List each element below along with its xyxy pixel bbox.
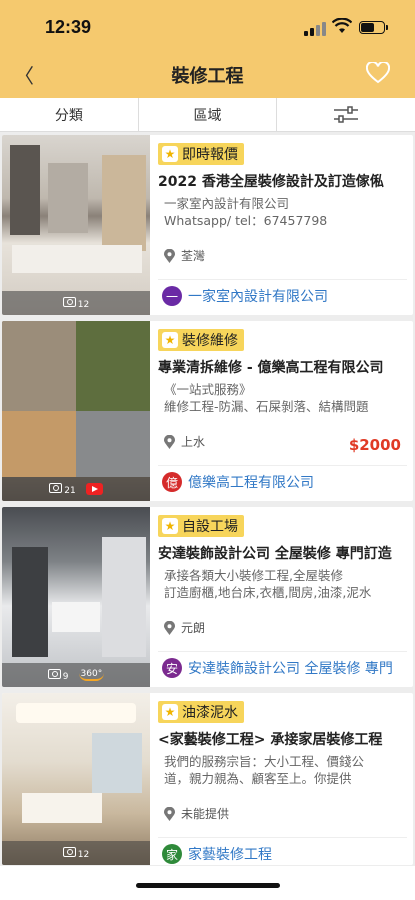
location-pin-icon bbox=[164, 434, 175, 449]
divider bbox=[158, 651, 407, 652]
camera-icon bbox=[49, 482, 63, 493]
category-tag: ★ 即時報價 bbox=[158, 143, 244, 165]
listing-photo[interactable]: 21 bbox=[2, 321, 150, 501]
status-bar: 12:39 bbox=[0, 0, 415, 50]
filter-settings-button[interactable] bbox=[277, 98, 415, 131]
sliders-icon bbox=[334, 105, 359, 123]
company-link[interactable]: 安安達裝飾設計公司 全屋裝修 專門 bbox=[162, 658, 393, 678]
category-tag: ★ 裝修維修 bbox=[158, 329, 244, 351]
listing-photo[interactable]: 12 bbox=[2, 693, 150, 865]
category-filter[interactable]: 分類 bbox=[0, 98, 139, 131]
camera-icon bbox=[47, 668, 61, 679]
company-logo: 億 bbox=[162, 472, 182, 492]
photo-count: 9 360° bbox=[2, 663, 150, 687]
listing-location: 元朗 bbox=[164, 619, 205, 636]
video-icon bbox=[85, 483, 103, 495]
status-time: 12:39 bbox=[45, 17, 92, 37]
page-title: 裝修工程 bbox=[171, 66, 244, 87]
photo-count: 12 bbox=[2, 291, 150, 315]
listing-location: 荃灣 bbox=[164, 247, 205, 264]
listing-card[interactable]: 9 360° ★ 自設工場 安達裝飾設計公司 全屋裝修 專門訂造 承接各類大小裝修工… bbox=[2, 507, 413, 687]
listing-photo[interactable]: 9 360° bbox=[2, 507, 150, 687]
photo-count: 12 bbox=[2, 841, 150, 865]
home-indicator bbox=[136, 883, 280, 888]
listing-location: 上水 bbox=[164, 433, 205, 450]
star-icon: ★ bbox=[162, 704, 178, 720]
divider bbox=[158, 279, 407, 280]
heart-icon[interactable] bbox=[366, 62, 390, 84]
listing-description: 一家室內設計有限公司 Whatsapp/ tel：67457798 bbox=[164, 196, 328, 228]
star-icon: ★ bbox=[162, 146, 178, 162]
location-pin-icon bbox=[164, 248, 175, 263]
listing-description: 我們的服務宗旨：大小工程、價錢公 道，親力親為、顧客至上。你提供 bbox=[164, 754, 365, 786]
battery-icon bbox=[359, 21, 388, 34]
divider bbox=[158, 465, 407, 466]
location-pin-icon bbox=[164, 620, 175, 635]
company-link[interactable]: 億億樂高工程有限公司 bbox=[162, 472, 314, 492]
listing-title: 安達裝飾設計公司 全屋裝修 專門訂造 bbox=[158, 546, 392, 562]
camera-icon bbox=[62, 296, 76, 307]
star-icon: ★ bbox=[162, 518, 178, 534]
listing-location: 未能提供 bbox=[164, 805, 229, 822]
category-tag: ★ 油漆泥水 bbox=[158, 701, 244, 723]
listing-title: 2022 香港全屋裝修設計及訂造傢俬 bbox=[158, 174, 384, 190]
category-tag: ★ 自設工場 bbox=[158, 515, 244, 537]
filter-bar: 分類 區域 bbox=[0, 98, 415, 132]
company-link[interactable]: 一一家室內設計有限公司 bbox=[162, 286, 328, 306]
company-logo: 家 bbox=[162, 844, 182, 864]
listing-card[interactable]: 12 ★ 油漆泥水 <家藝裝修工程> 承接家居裝修工程 我們的服務宗旨：大小工程、… bbox=[2, 693, 413, 865]
listing-card[interactable]: 12 ★ 即時報價 2022 香港全屋裝修設計及訂造傢俬 一家室內設計有限公司 Wh… bbox=[2, 135, 413, 315]
listing-description: 承接各類大小裝修工程,全屋裝修 訂造廚櫃,地台床,衣櫃,間房,油漆,泥水 bbox=[164, 568, 372, 600]
location-pin-icon bbox=[164, 806, 175, 821]
company-logo: 一 bbox=[162, 286, 182, 306]
panorama-360-icon: 360° bbox=[78, 669, 105, 681]
listing-title: <家藝裝修工程> 承接家居裝修工程 bbox=[158, 732, 383, 748]
listing-photo[interactable]: 12 bbox=[2, 135, 150, 315]
nav-bar: 〈 裝修工程 bbox=[0, 50, 415, 98]
listing-price: $2000 bbox=[348, 436, 401, 454]
listing-card[interactable]: 21 ★ 裝修維修 專業清拆維修 - 億樂高工程有限公司 《一站式服務》 維修工程-… bbox=[2, 321, 413, 501]
divider bbox=[158, 837, 407, 838]
star-icon: ★ bbox=[162, 332, 178, 348]
camera-icon bbox=[62, 846, 76, 857]
listing-title: 專業清拆維修 - 億樂高工程有限公司 bbox=[158, 360, 384, 376]
company-link[interactable]: 家家藝裝修工程 bbox=[162, 844, 272, 864]
cellular-signal-icon bbox=[304, 22, 326, 36]
wifi-icon bbox=[332, 18, 352, 33]
photo-count: 21 bbox=[2, 477, 150, 501]
company-logo: 安 bbox=[162, 658, 182, 678]
listing-description: 《一站式服務》 維修工程-防漏、石屎剝落、結構問題 bbox=[164, 382, 369, 414]
region-filter[interactable]: 區域 bbox=[139, 98, 278, 131]
